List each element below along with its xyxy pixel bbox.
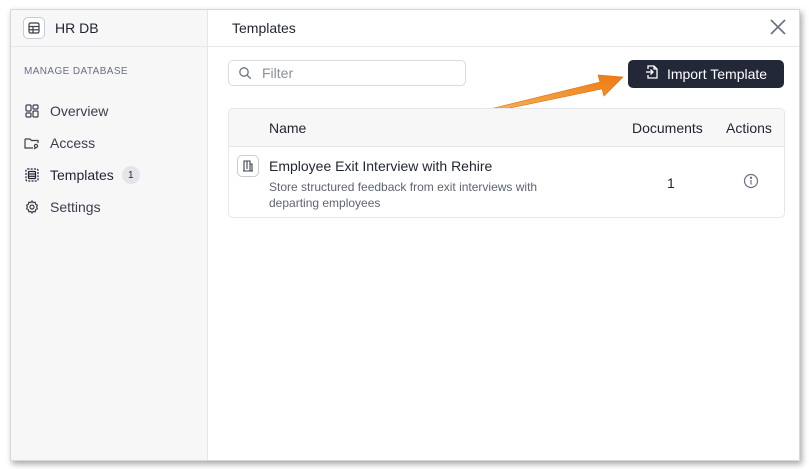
templates-table: Name Documents Actions Employee Exit Int… [228,108,785,218]
table-icon [23,17,45,39]
import-template-label: Import Template [666,66,768,82]
sidebar-item-label: Access [50,135,96,151]
filter-field[interactable] [228,60,466,86]
sidebar-item-settings[interactable]: Settings [24,191,140,223]
sidebar-item-label: Settings [50,199,101,215]
search-icon [238,66,252,80]
table-row[interactable]: Employee Exit Interview with Rehire Stor… [229,147,784,217]
close-button[interactable] [769,18,787,36]
templates-icon [24,167,40,183]
column-header-name[interactable]: Name [269,120,306,136]
filter-input[interactable] [260,64,454,82]
templates-count-badge: 1 [121,166,140,184]
database-header: HR DB [23,17,99,39]
info-button[interactable] [743,173,759,189]
template-description: Store structured feedback from exit inte… [269,180,538,210]
gear-icon [24,199,40,215]
modal-window: HR DB MANAGE DATABASE Overview Access Te… [10,9,800,461]
close-icon [770,19,786,35]
main-panel: Templates Filter Import Template Name Do… [208,10,799,460]
info-icon [743,173,759,189]
sidebar: HR DB MANAGE DATABASE Overview Access Te… [11,10,208,460]
file-import-icon [645,64,659,85]
sidebar-divider [11,46,207,47]
column-header-documents[interactable]: Documents [632,120,703,136]
sidebar-nav: Overview Access Templates 1 Settings [24,95,140,223]
column-header-actions: Actions [726,120,772,136]
folder-access-icon [24,135,40,151]
sidebar-item-overview[interactable]: Overview [24,95,140,127]
overview-icon [24,103,40,119]
table-header: Name Documents Actions [229,109,784,147]
sidebar-item-access[interactable]: Access [24,127,140,159]
page-title: Templates [232,20,296,36]
import-template-button[interactable]: Import Template [628,60,784,88]
section-label: MANAGE DATABASE [24,66,128,77]
sidebar-item-label: Templates [50,167,114,183]
database-name: HR DB [55,20,99,36]
document-count: 1 [667,175,675,191]
sidebar-item-templates[interactable]: Templates 1 [24,159,140,191]
header-divider [208,46,799,47]
sidebar-item-label: Overview [50,103,109,119]
template-name[interactable]: Employee Exit Interview with Rehire [269,158,492,174]
template-icon [237,155,259,177]
